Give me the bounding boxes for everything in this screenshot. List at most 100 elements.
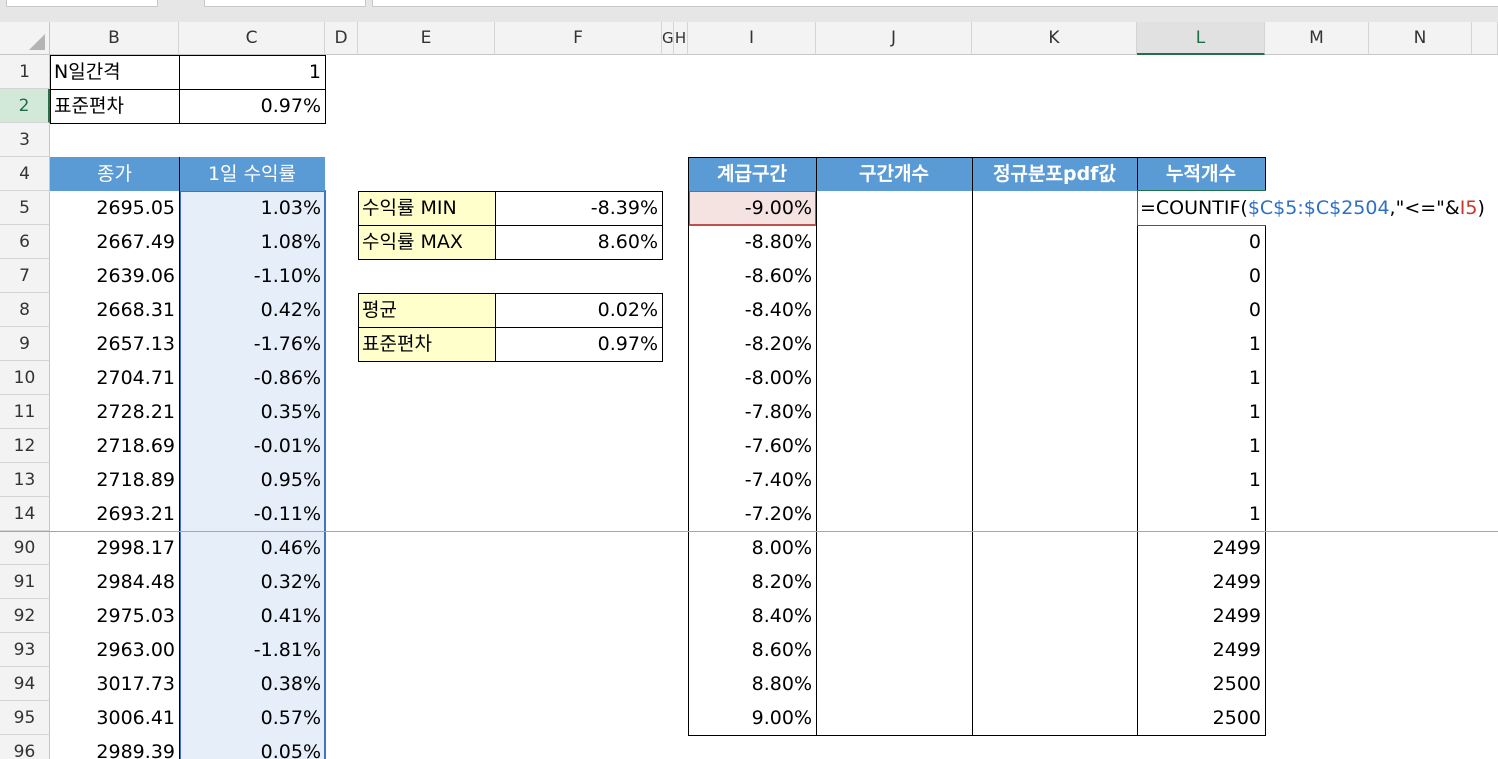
price-return-cell[interactable]: 0.46% [179,531,325,565]
price-close-cell[interactable]: 2695.05 [50,191,179,225]
price-return-cell[interactable]: 0.35% [179,395,325,429]
column-header-j[interactable]: J [816,22,972,55]
dist-cumulative-cell[interactable]: 2500 [1137,701,1265,735]
price-close-cell[interactable]: 2975.03 [50,599,179,633]
row-header-6[interactable]: 6 [0,225,50,259]
stat-max-value[interactable]: 8.60% [495,225,662,259]
row-header-96[interactable]: 96 [0,735,50,759]
dist-bin-cell[interactable]: -7.20% [688,497,816,531]
row-header-13[interactable]: 13 [0,463,50,497]
stat-mean-value[interactable]: 0.02% [495,293,662,327]
dist-bin-cell[interactable]: -8.80% [688,225,816,259]
stat-min-label[interactable]: 수익률 MIN [358,191,495,225]
param-n-label[interactable]: N일간격 [50,55,179,89]
row-header-12[interactable]: 12 [0,429,50,463]
price-return-cell[interactable]: -0.01% [179,429,325,463]
row-header-94[interactable]: 94 [0,667,50,701]
stat-std-label[interactable]: 표준편차 [358,327,495,361]
dist-cumulative-cell[interactable]: 1 [1137,395,1265,429]
select-all-corner[interactable] [0,22,50,55]
row-header-2[interactable]: 2 [0,89,50,123]
dist-bin-cell[interactable]: 8.60% [688,633,816,667]
dist-header-pdf[interactable]: 정규분포pdf값 [972,157,1137,191]
column-header-h[interactable]: H [674,22,688,55]
cell-formula-edit[interactable]: =COUNTIF($C$5:$C$2504,"<="&I5) [1138,191,1493,225]
price-header-close[interactable]: 종가 [50,157,179,191]
column-header-e[interactable]: E [358,22,495,55]
price-close-cell[interactable]: 2963.00 [50,633,179,667]
row-header-93[interactable]: 93 [0,633,50,667]
price-close-cell[interactable]: 2639.06 [50,259,179,293]
name-box-edge[interactable] [6,0,158,7]
dist-cumulative-cell[interactable]: 2499 [1137,599,1265,633]
price-close-cell[interactable]: 2998.17 [50,531,179,565]
price-return-cell[interactable]: -1.10% [179,259,325,293]
row-header-92[interactable]: 92 [0,599,50,633]
column-header-m[interactable]: M [1265,22,1369,55]
price-close-cell[interactable]: 2693.21 [50,497,179,531]
column-header-d[interactable]: D [325,22,358,55]
param-std-value[interactable]: 0.97% [179,89,325,123]
dist-header-bin[interactable]: 계급구간 [688,157,816,191]
freeze-pane-divider[interactable] [0,531,1498,532]
dist-cumulative-cell[interactable]: 2499 [1137,633,1265,667]
dist-cumulative-cell[interactable]: 0 [1137,259,1265,293]
dist-cumulative-cell[interactable]: 1 [1137,429,1265,463]
price-return-cell[interactable]: -1.76% [179,327,325,361]
price-return-cell[interactable]: 0.32% [179,565,325,599]
dist-bin-cell[interactable]: -7.40% [688,463,816,497]
dist-bin-cell[interactable]: 8.00% [688,531,816,565]
row-header-7[interactable]: 7 [0,259,50,293]
dist-bin-cell[interactable]: 8.80% [688,667,816,701]
dist-cumulative-cell[interactable]: 1 [1137,361,1265,395]
column-header-l[interactable]: L [1137,22,1265,55]
dist-bin-cell[interactable]: -9.00% [688,191,816,225]
row-header-91[interactable]: 91 [0,565,50,599]
formula-bar-edge[interactable] [372,0,1498,7]
row-header-5[interactable]: 5 [0,191,50,225]
price-close-cell[interactable]: 2668.31 [50,293,179,327]
column-header-g[interactable]: G [662,22,674,55]
dist-bin-cell[interactable]: -8.40% [688,293,816,327]
column-header-b[interactable]: B [50,22,179,55]
dist-cumulative-cell[interactable]: 0 [1137,293,1265,327]
price-return-cell[interactable]: 1.03% [179,191,325,225]
price-return-cell[interactable]: 0.95% [179,463,325,497]
price-return-cell[interactable]: -0.11% [179,497,325,531]
price-close-cell[interactable]: 2984.48 [50,565,179,599]
dist-bin-cell[interactable]: 9.00% [688,701,816,735]
param-n-value[interactable]: 1 [179,55,325,89]
price-header-return[interactable]: 1일 수익률 [179,157,325,191]
row-header-10[interactable]: 10 [0,361,50,395]
price-close-cell[interactable]: 2728.21 [50,395,179,429]
dist-cumulative-cell[interactable]: 0 [1137,225,1265,259]
price-close-cell[interactable]: 2667.49 [50,225,179,259]
price-return-cell[interactable]: 1.08% [179,225,325,259]
column-header-c[interactable]: C [179,22,325,55]
param-std-label[interactable]: 표준편차 [50,89,179,123]
price-close-cell[interactable]: 2718.69 [50,429,179,463]
row-header-9[interactable]: 9 [0,327,50,361]
price-return-cell[interactable]: 0.05% [179,735,325,759]
dist-cumulative-cell[interactable]: 1 [1137,327,1265,361]
row-header-11[interactable]: 11 [0,395,50,429]
dist-bin-cell[interactable]: 8.40% [688,599,816,633]
row-header-3[interactable]: 3 [0,123,50,157]
dist-bin-cell[interactable]: -8.00% [688,361,816,395]
price-close-cell[interactable]: 3017.73 [50,667,179,701]
row-header-95[interactable]: 95 [0,701,50,735]
dist-cumulative-cell[interactable]: 2499 [1137,531,1265,565]
dist-header-count[interactable]: 구간개수 [816,157,972,191]
dist-cumulative-cell[interactable]: 2500 [1137,667,1265,701]
dist-bin-cell[interactable]: -7.80% [688,395,816,429]
dist-cumulative-cell[interactable]: 1 [1137,463,1265,497]
dist-bin-cell[interactable]: -7.60% [688,429,816,463]
price-return-cell[interactable]: 0.38% [179,667,325,701]
dist-bin-cell[interactable]: 8.20% [688,565,816,599]
price-return-cell[interactable]: -1.81% [179,633,325,667]
price-close-cell[interactable]: 2718.89 [50,463,179,497]
dist-cumulative-cell[interactable]: 2499 [1137,565,1265,599]
spreadsheet-grid[interactable]: BCDEFGHIJKLMN 1 2 3 4 5 6 7 8 9 10 11 12 13 14 90 91 92 9… [0,22,1498,759]
price-close-cell[interactable]: 2657.13 [50,327,179,361]
row-header-8[interactable]: 8 [0,293,50,327]
